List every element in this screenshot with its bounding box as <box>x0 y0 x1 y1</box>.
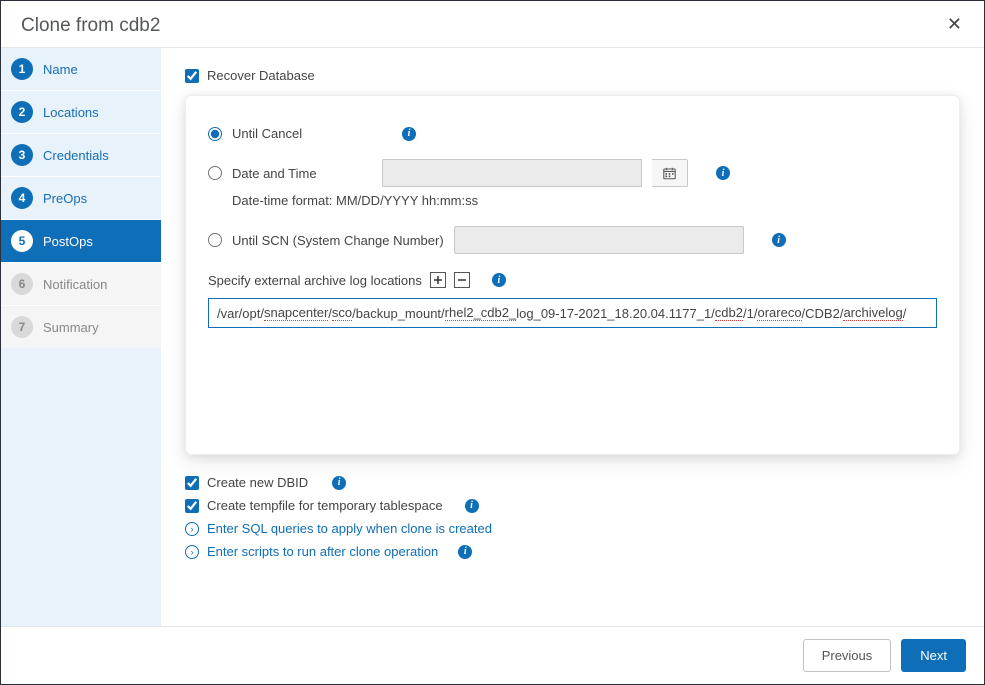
chevron-right-icon: › <box>185 522 199 536</box>
info-icon[interactable]: i <box>402 127 416 141</box>
previous-button[interactable]: Previous <box>803 639 892 672</box>
sidebar-item-locations[interactable]: 2 Locations <box>1 90 161 133</box>
calendar-icon <box>663 167 676 180</box>
archive-spec-label: Specify external archive log locations <box>208 273 422 288</box>
recover-database-checkbox[interactable] <box>185 69 199 83</box>
info-icon[interactable]: i <box>332 476 346 490</box>
postops-content: Recover Database Until Cancel i Date and… <box>161 48 984 626</box>
sidebar-item-label: Notification <box>43 277 107 292</box>
info-icon[interactable]: i <box>716 166 730 180</box>
sidebar-item-name[interactable]: 1 Name <box>1 48 161 90</box>
modal-body: 1 Name 2 Locations 3 Credentials 4 PreOp… <box>1 48 984 626</box>
modal-header: Clone from cdb2 ✕ <box>1 1 984 48</box>
step-number: 3 <box>11 144 33 166</box>
create-tempfile-checkbox[interactable] <box>185 499 199 513</box>
sidebar-item-postops[interactable]: 5 PostOps <box>1 219 161 262</box>
sidebar-item-notification[interactable]: 6 Notification <box>1 262 161 305</box>
sidebar-item-label: Credentials <box>43 148 109 163</box>
recover-database-label: Recover Database <box>207 68 315 83</box>
chevron-right-icon: › <box>185 545 199 559</box>
sidebar-item-preops[interactable]: 4 PreOps <box>1 176 161 219</box>
modal-footer: Previous Next <box>1 626 984 684</box>
step-number: 4 <box>11 187 33 209</box>
info-icon[interactable]: i <box>465 499 479 513</box>
add-archive-button[interactable] <box>430 272 446 288</box>
until-cancel-label: Until Cancel <box>232 126 392 141</box>
step-number: 6 <box>11 273 33 295</box>
info-icon[interactable]: i <box>492 273 506 287</box>
step-number: 5 <box>11 230 33 252</box>
step-number: 2 <box>11 101 33 123</box>
info-icon[interactable]: i <box>458 545 472 559</box>
recover-panel: Until Cancel i Date and Time i Date-time… <box>185 95 960 455</box>
sidebar-item-label: Locations <box>43 105 99 120</box>
modal-title: Clone from cdb2 <box>21 15 160 37</box>
plus-icon <box>433 275 443 285</box>
until-scn-radio[interactable] <box>208 233 222 247</box>
step-number: 1 <box>11 58 33 80</box>
date-time-label: Date and Time <box>232 166 372 181</box>
calendar-button[interactable] <box>652 159 688 187</box>
sidebar-item-credentials[interactable]: 3 Credentials <box>1 133 161 176</box>
minus-icon <box>457 275 467 285</box>
clone-wizard-modal: Clone from cdb2 ✕ 1 Name 2 Locations 3 C… <box>0 0 985 685</box>
scn-input[interactable] <box>454 226 744 254</box>
sql-queries-label: Enter SQL queries to apply when clone is… <box>207 521 492 536</box>
date-time-hint: Date-time format: MM/DD/YYYY hh:mm:ss <box>232 193 937 208</box>
archive-path-input[interactable]: /var/opt/snapcenter/sco/backup_mount/rhe… <box>208 298 937 328</box>
info-icon[interactable]: i <box>772 233 786 247</box>
sql-queries-expander[interactable]: › Enter SQL queries to apply when clone … <box>185 521 960 536</box>
remove-archive-button[interactable] <box>454 272 470 288</box>
until-scn-label: Until SCN (System Change Number) <box>232 233 444 248</box>
sidebar-item-label: PostOps <box>43 234 93 249</box>
date-time-input[interactable] <box>382 159 642 187</box>
archive-path-value: /var/opt/snapcenter/sco/backup_mount/rhe… <box>217 299 928 327</box>
sidebar-item-label: Summary <box>43 320 99 335</box>
scripts-expander[interactable]: › Enter scripts to run after clone opera… <box>185 544 960 559</box>
sidebar-item-label: PreOps <box>43 191 87 206</box>
create-dbid-label: Create new DBID <box>207 475 308 490</box>
next-button[interactable]: Next <box>901 639 966 672</box>
create-dbid-checkbox[interactable] <box>185 476 199 490</box>
sidebar-item-summary[interactable]: 7 Summary <box>1 305 161 348</box>
scripts-label: Enter scripts to run after clone operati… <box>207 544 438 559</box>
wizard-sidebar: 1 Name 2 Locations 3 Credentials 4 PreOp… <box>1 48 161 626</box>
date-time-radio[interactable] <box>208 166 222 180</box>
sidebar-item-label: Name <box>43 62 78 77</box>
step-number: 7 <box>11 316 33 338</box>
close-button[interactable]: ✕ <box>945 15 964 33</box>
create-tempfile-label: Create tempfile for temporary tablespace <box>207 498 443 513</box>
until-cancel-radio[interactable] <box>208 127 222 141</box>
